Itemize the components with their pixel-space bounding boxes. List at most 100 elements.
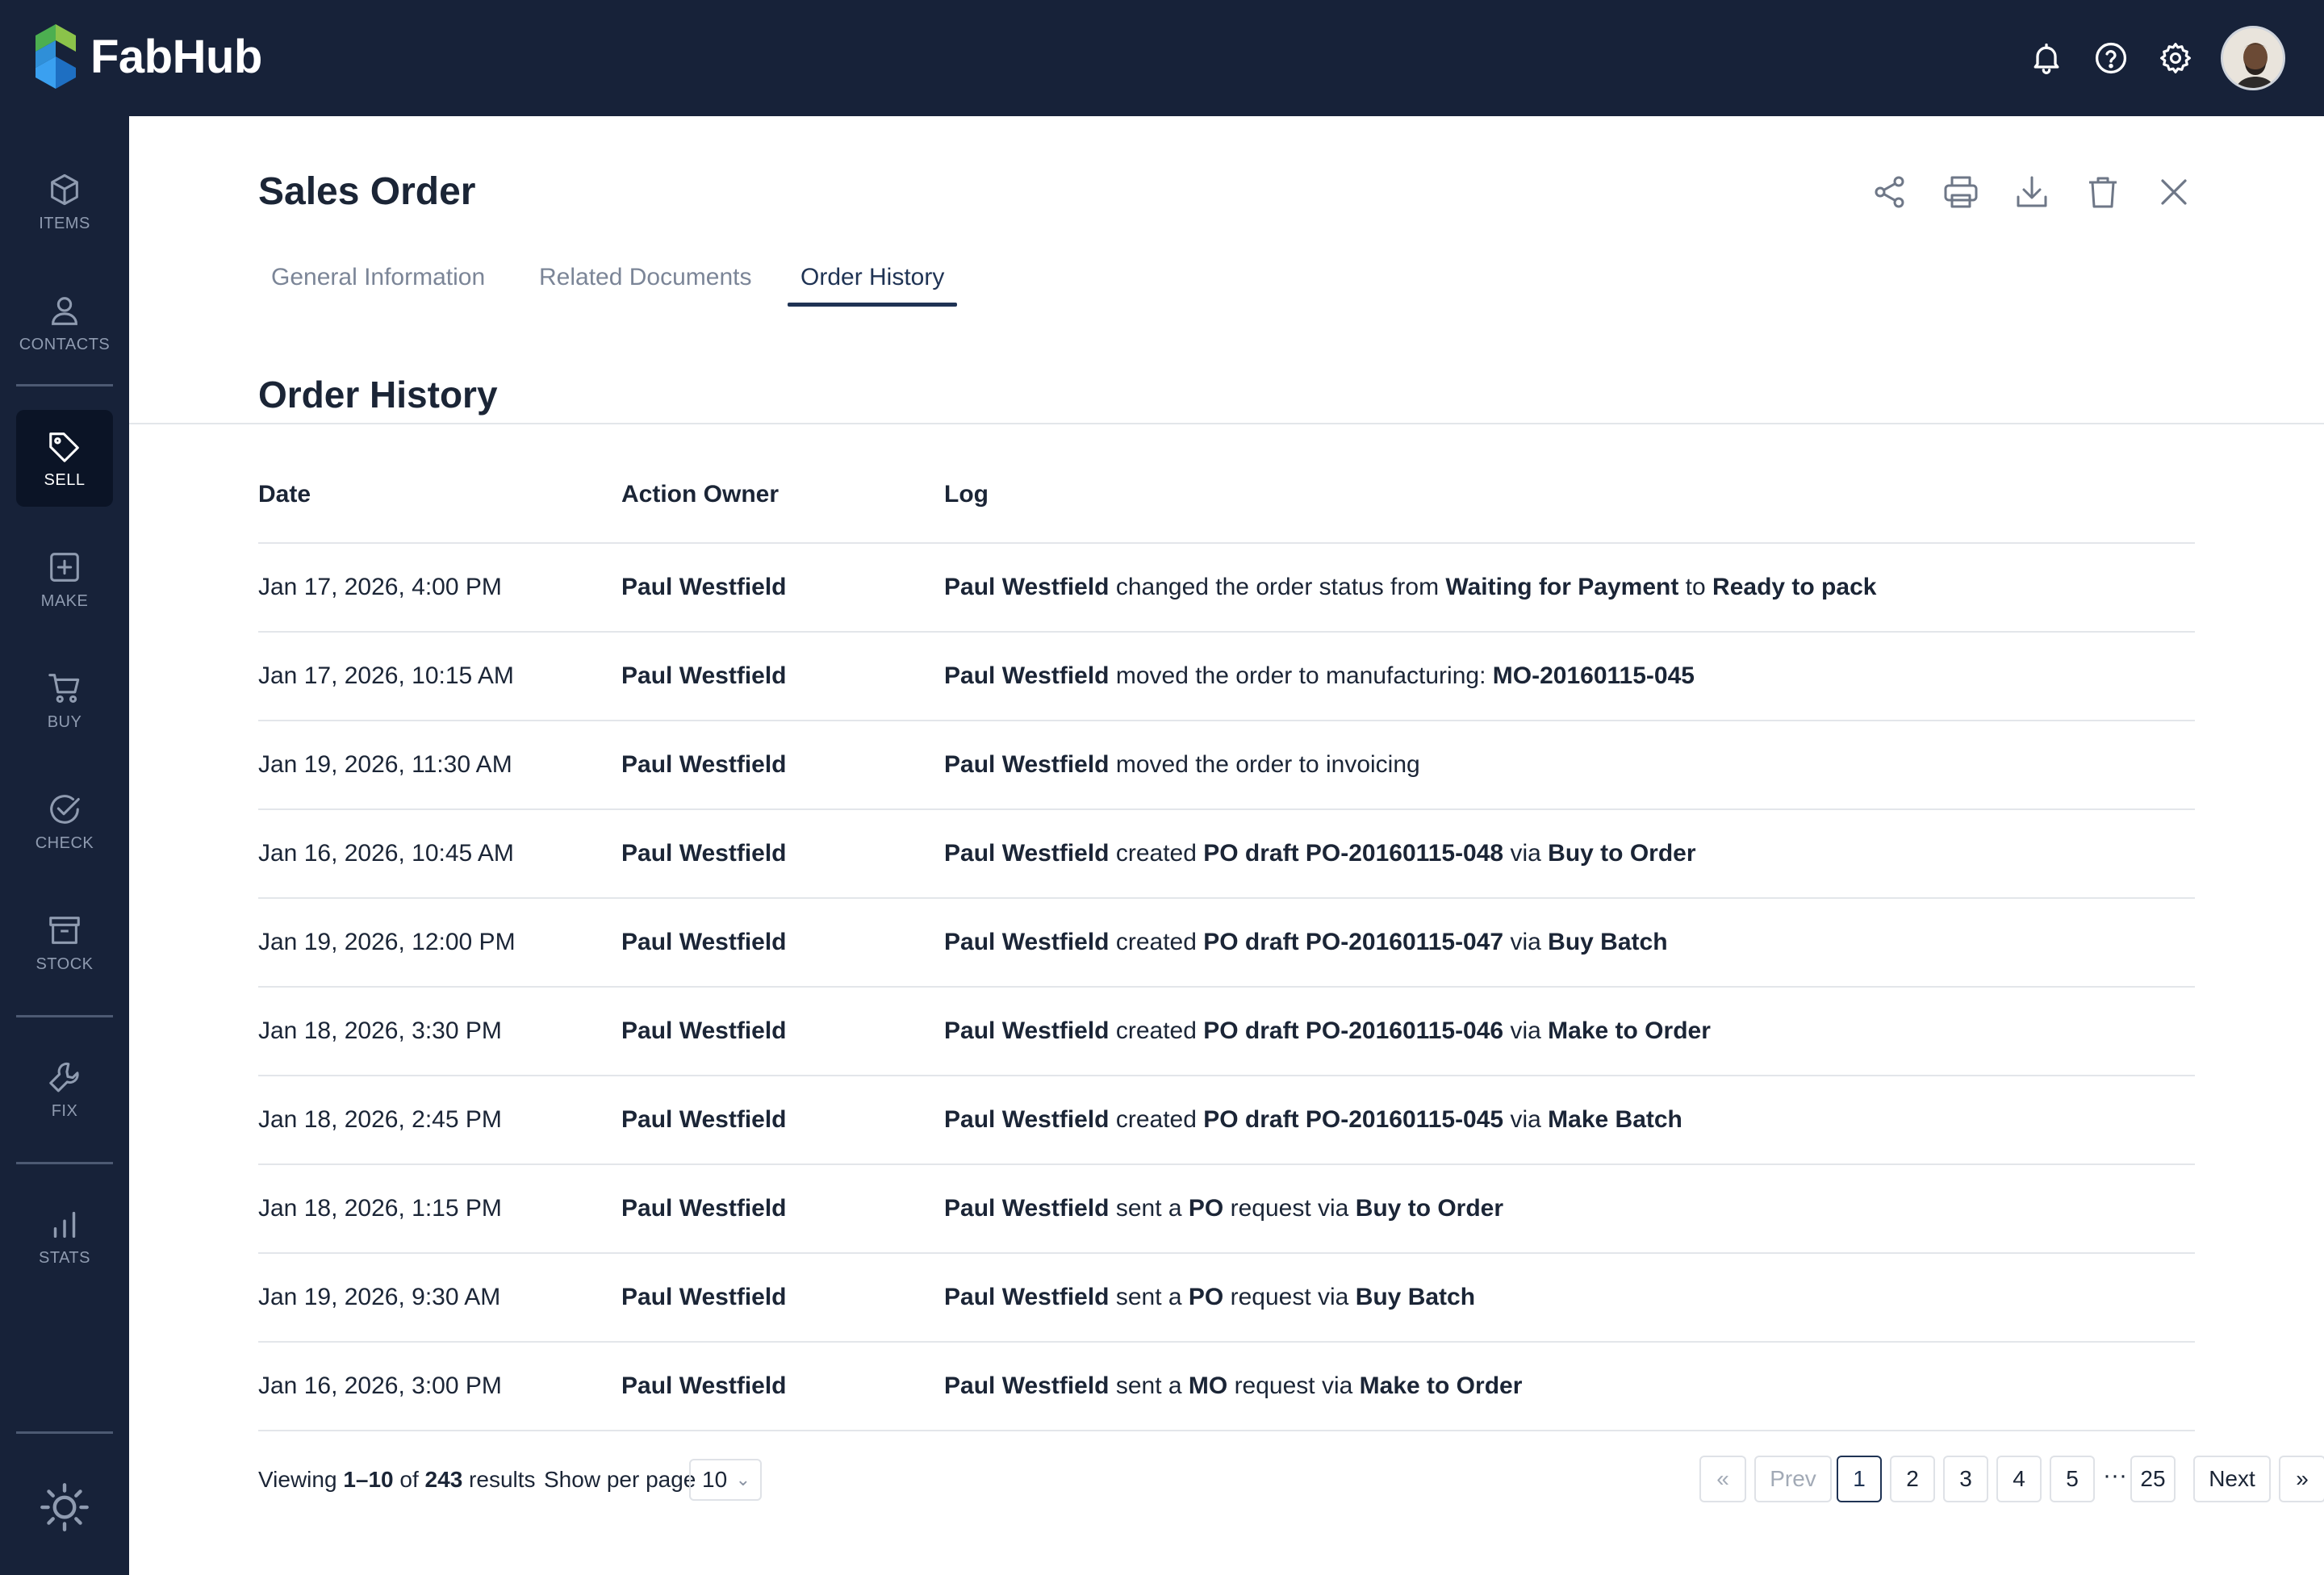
table-header: Date Action Owner Log	[258, 447, 2195, 544]
log-emphasis: Buy to Order	[1548, 840, 1696, 867]
share-icon[interactable]	[1870, 173, 1909, 211]
prev-page-button[interactable]: Prev	[1754, 1456, 1832, 1502]
first-page-icon: «	[1716, 1466, 1729, 1491]
cell-log: Paul Westfield moved the order to manufa…	[944, 662, 2195, 690]
table-row: Jan 16, 2026, 10:45 AM Paul Westfield Paul…	[258, 810, 2195, 899]
wrench-icon	[49, 1062, 79, 1092]
page-2-button[interactable]: 2	[1890, 1456, 1935, 1502]
section-title: Order History	[258, 374, 498, 416]
sidebar-item-label: ITEMS	[39, 214, 90, 232]
log-emphasis: Waiting for Payment	[1445, 574, 1679, 600]
log-text: sent a	[1109, 1195, 1189, 1222]
page-3-button[interactable]: 3	[1943, 1456, 1988, 1502]
table-row: Jan 17, 2026, 10:15 AM Paul Westfield Paul…	[258, 633, 2195, 721]
log-emphasis: Paul Westfield	[944, 1195, 1110, 1222]
sidebar-item-contacts[interactable]: CONTACTS	[16, 274, 113, 371]
log-emphasis: Make Batch	[1548, 1106, 1682, 1133]
sidebar-divider	[16, 1431, 113, 1434]
sidebar-item-check[interactable]: CHECK	[16, 773, 113, 870]
cell-owner: Paul Westfield	[621, 662, 787, 689]
sidebar: ITEMS CONTACTS SELL MAKE BUY CHECK STOCK…	[0, 116, 129, 1575]
tag-icon	[49, 432, 79, 462]
sidebar-divider	[16, 1162, 113, 1164]
download-icon[interactable]	[2013, 173, 2051, 211]
log-text: created	[1109, 840, 1204, 867]
brand-name: FabHub	[90, 30, 262, 83]
pagination-ellipsis: ···	[2103, 1462, 2127, 1489]
next-page-button[interactable]: Next	[2193, 1456, 2271, 1502]
close-icon[interactable]	[2155, 173, 2193, 211]
log-emphasis: Paul Westfield	[944, 840, 1110, 867]
log-text: sent a	[1109, 1372, 1189, 1399]
log-emphasis: Buy to Order	[1355, 1195, 1504, 1222]
last-page-button[interactable]: »	[2279, 1456, 2324, 1502]
log-emphasis: Buy Batch	[1548, 929, 1668, 955]
page-1-button[interactable]: 1	[1837, 1456, 1882, 1502]
log-emphasis: Make to Order	[1359, 1372, 1523, 1399]
log-text: created	[1109, 1017, 1204, 1044]
log-text: via	[1503, 840, 1549, 867]
page-5-button[interactable]: 5	[2050, 1456, 2095, 1502]
log-emphasis: PO	[1188, 1195, 1224, 1222]
log-text: changed the order status from	[1109, 574, 1446, 600]
page-4-button[interactable]: 4	[1996, 1456, 2042, 1502]
table-footer: Viewing 1–10 of 243 results Show per pag…	[258, 1456, 2324, 1507]
cell-owner: Paul Westfield	[621, 1372, 787, 1399]
log-emphasis: MO	[1188, 1372, 1228, 1399]
trash-icon[interactable]	[2084, 173, 2122, 211]
plus-square-icon	[50, 552, 79, 582]
tab-order-history[interactable]: Order History	[788, 257, 958, 307]
print-icon[interactable]	[1942, 173, 1980, 211]
cell-log: Paul Westfield created PO draft PO-20160…	[944, 840, 2195, 867]
brand-logo[interactable]: FabHub	[36, 24, 262, 89]
table-row: Jan 16, 2026, 3:00 PM Paul Westfield Paul …	[258, 1343, 2195, 1431]
column-header-owner: Action Owner	[621, 481, 780, 508]
sidebar-item-fix[interactable]: FIX	[16, 1041, 113, 1138]
viewing-range: 1–10	[343, 1467, 394, 1492]
cell-log: Paul Westfield moved the order to invoic…	[944, 751, 2195, 779]
per-page-select[interactable]: 10 ⌄	[689, 1459, 762, 1501]
cell-owner: Paul Westfield	[621, 1106, 787, 1133]
first-page-button[interactable]: «	[1699, 1456, 1746, 1502]
sun-icon	[40, 1483, 89, 1531]
log-emphasis: Paul Westfield	[944, 574, 1110, 600]
cell-log: Paul Westfield created PO draft PO-20160…	[944, 1017, 2195, 1045]
results-summary: Viewing 1–10 of 243 results	[258, 1467, 536, 1493]
bell-icon[interactable]	[2029, 40, 2064, 76]
sidebar-item-make[interactable]: MAKE	[16, 531, 113, 628]
help-icon[interactable]	[2093, 40, 2129, 76]
log-emphasis: Make to Order	[1548, 1017, 1711, 1044]
sidebar-item-label: STATS	[39, 1248, 90, 1267]
column-header-log: Log	[944, 481, 989, 508]
cell-owner: Paul Westfield	[621, 929, 787, 955]
log-text: created	[1109, 929, 1204, 955]
log-text: to	[1678, 574, 1713, 600]
log-emphasis: MO-20160115-045	[1492, 662, 1695, 689]
viewing-total: 243	[424, 1467, 463, 1492]
sidebar-item-items[interactable]: ITEMS	[16, 153, 113, 250]
cell-log: Paul Westfield created PO draft PO-20160…	[944, 929, 2195, 956]
sidebar-item-buy[interactable]: BUY	[16, 652, 113, 749]
table-row: Jan 18, 2026, 2:45 PM Paul Westfield Paul …	[258, 1076, 2195, 1165]
page-25-button[interactable]: 25	[2130, 1456, 2176, 1502]
log-text: via	[1503, 929, 1549, 955]
chevron-down-icon: ⌄	[735, 1469, 750, 1489]
avatar[interactable]	[2221, 26, 2285, 90]
cell-date: Jan 18, 2026, 3:30 PM	[258, 1017, 502, 1044]
theme-toggle[interactable]	[16, 1459, 113, 1556]
tab-general-information[interactable]: General Information	[258, 257, 498, 307]
cell-log: Paul Westfield created PO draft PO-20160…	[944, 1106, 2195, 1134]
sidebar-item-label: CHECK	[35, 833, 94, 852]
cell-log: Paul Westfield sent a PO request via Buy…	[944, 1195, 2195, 1222]
settings-icon[interactable]	[2158, 40, 2193, 76]
log-text: request via	[1223, 1195, 1356, 1222]
log-text: sent a	[1109, 1284, 1189, 1310]
sidebar-item-stats[interactable]: STATS	[16, 1188, 113, 1285]
log-emphasis: Paul Westfield	[944, 751, 1110, 778]
table-row: Jan 17, 2026, 4:00 PM Paul Westfield Paul …	[258, 544, 2195, 633]
tab-related-documents[interactable]: Related Documents	[526, 257, 764, 307]
sidebar-item-stock[interactable]: STOCK	[16, 894, 113, 991]
log-emphasis: Paul Westfield	[944, 1106, 1110, 1133]
sidebar-item-sell[interactable]: SELL	[16, 410, 113, 507]
table-body: Jan 17, 2026, 4:00 PM Paul Westfield Paul …	[258, 544, 2195, 1431]
